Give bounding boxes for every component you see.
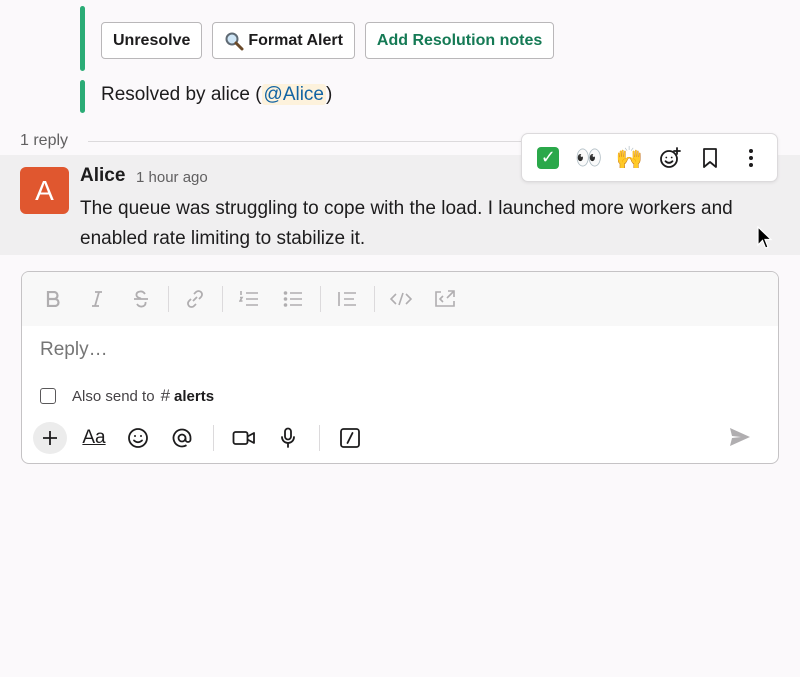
ordered-list-button[interactable] [232, 284, 266, 314]
video-camera-icon [232, 431, 255, 445]
also-send-label: Also send to [72, 387, 155, 405]
attachment-accent-bar-2 [80, 80, 85, 113]
avatar[interactable]: A [20, 167, 69, 214]
link-icon [187, 290, 203, 308]
reply-count: 1 reply [20, 132, 69, 149]
resolved-prefix: Resolved by alice ( [101, 84, 262, 105]
reply-composer: Also send to # alerts Aa [21, 271, 779, 464]
strikethrough-icon [134, 290, 148, 308]
at-sign-icon [172, 428, 192, 448]
message-author[interactable]: Alice [80, 165, 125, 187]
send-button[interactable] [723, 421, 757, 453]
more-actions-button[interactable] [735, 142, 767, 174]
link-button[interactable] [178, 284, 212, 314]
add-reaction-button[interactable] [654, 142, 686, 174]
unresolve-button-label: Unresolve [113, 31, 191, 49]
blockquote-icon [338, 292, 356, 306]
formatting-separator [168, 286, 169, 312]
also-send-checkbox[interactable] [40, 388, 56, 404]
bold-button[interactable] [36, 284, 70, 314]
bulleted-list-button[interactable] [276, 284, 310, 314]
add-reaction-icon [659, 146, 681, 168]
italic-icon [92, 291, 102, 307]
emoji-icon [128, 428, 148, 448]
raised-hands-icon: 🙌 [615, 144, 643, 170]
code-block-button[interactable] [428, 284, 462, 314]
react-raised-hands-button[interactable]: 🙌 [613, 142, 645, 174]
also-send-option: Also send to # alerts [40, 386, 214, 406]
formatting-toggle-button[interactable]: Aa [77, 422, 111, 454]
channel-name: alerts [174, 387, 215, 405]
shortcuts-button[interactable] [333, 422, 367, 454]
attach-button[interactable] [33, 422, 67, 454]
magnifying-glass-icon [224, 31, 244, 51]
microphone-icon [281, 427, 295, 448]
resolved-suffix: ) [326, 84, 333, 105]
avatar-letter: A [35, 174, 54, 206]
add-resolution-notes-label: Add Resolution notes [376, 31, 543, 49]
format-alert-button-label: Format Alert [248, 31, 343, 49]
mention-button[interactable] [165, 422, 199, 454]
italic-button[interactable] [80, 284, 114, 314]
resolved-by-text: Resolved by alice (@Alice) [101, 84, 332, 106]
text-format-icon: Aa [82, 427, 106, 448]
code-block-icon [435, 290, 455, 307]
formatting-separator [320, 286, 321, 312]
formatting-separator [374, 286, 375, 312]
formatting-separator [222, 286, 223, 312]
alert-actions: Unresolve Format Alert Add Resolution no… [101, 22, 555, 59]
react-check-button[interactable]: ✓ [532, 142, 564, 174]
composer-separator [319, 425, 320, 451]
reply-divider [88, 141, 528, 142]
save-for-later-button[interactable] [694, 142, 726, 174]
bulleted-list-icon [283, 291, 302, 307]
code-icon [390, 292, 412, 306]
formatting-toolbar [22, 272, 778, 326]
code-button[interactable] [384, 284, 418, 314]
more-vertical-icon [748, 148, 753, 167]
eyes-icon: 👀 [575, 144, 603, 170]
check-mark-icon: ✓ [537, 146, 560, 169]
bookmark-icon [703, 147, 718, 168]
audio-clip-button[interactable] [271, 422, 305, 454]
strikethrough-button[interactable] [124, 284, 158, 314]
plus-icon [43, 431, 57, 445]
send-icon [730, 428, 750, 446]
react-eyes-button[interactable]: 👀 [573, 142, 605, 174]
composer-separator [213, 425, 214, 451]
user-mention[interactable]: @Alice [261, 84, 327, 105]
attachment-accent-bar [80, 6, 85, 71]
emoji-button[interactable] [121, 422, 155, 454]
blockquote-button[interactable] [330, 284, 364, 314]
channel-hash-icon: # [160, 386, 171, 405]
reply-input[interactable] [38, 338, 742, 362]
video-clip-button[interactable] [227, 422, 261, 454]
message-hover-toolbar: ✓ 👀 🙌 [521, 133, 778, 182]
mouse-cursor-icon [757, 226, 773, 249]
slash-command-icon [340, 428, 360, 448]
ordered-list-icon [239, 291, 258, 306]
add-resolution-notes-button[interactable]: Add Resolution notes [364, 22, 555, 59]
format-alert-button[interactable]: Format Alert [212, 22, 355, 59]
unresolve-button[interactable]: Unresolve [101, 22, 203, 59]
bold-icon [46, 291, 60, 307]
composer-actions: Aa [33, 421, 767, 455]
message-timestamp[interactable]: 1 hour ago [136, 169, 208, 186]
message-text: The queue was struggling to cope with th… [80, 198, 733, 249]
